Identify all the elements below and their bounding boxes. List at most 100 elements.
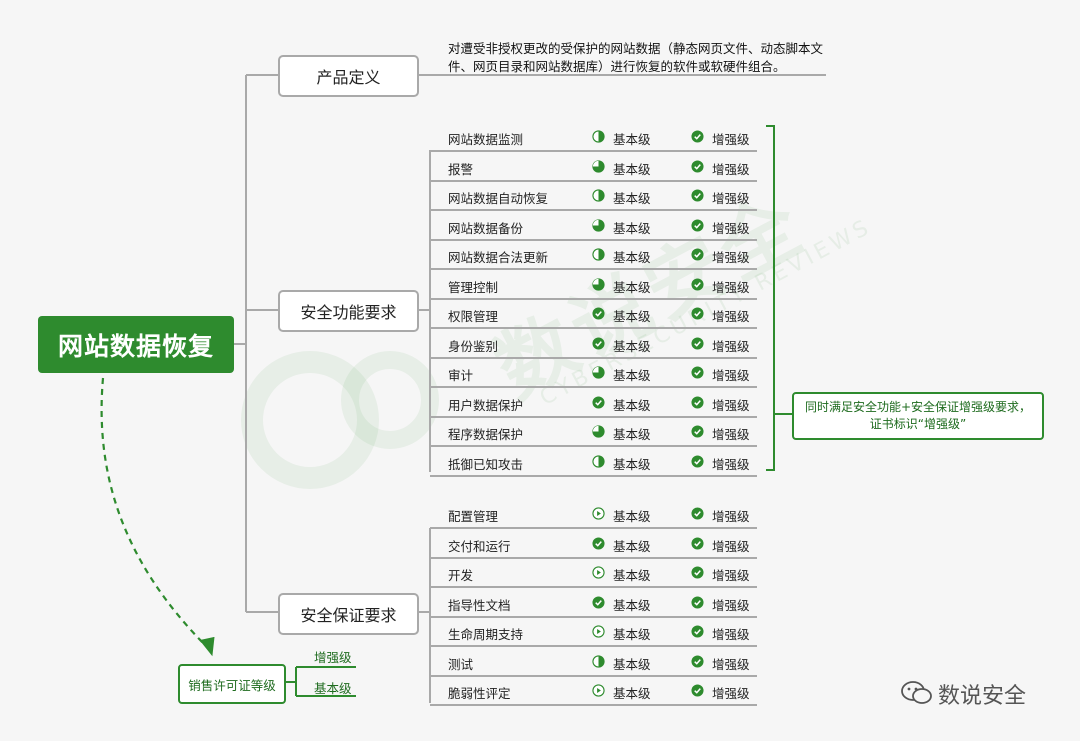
security-function-row: 报警 基本级 增强级: [432, 152, 757, 180]
sales-level-enhanced: 增强级: [314, 650, 352, 665]
row-name: 管理控制: [448, 279, 499, 295]
enhanced-level-label: 增强级: [712, 220, 750, 236]
row-name: 权限管理: [448, 309, 499, 324]
half-circle-icon: [592, 130, 605, 143]
row-name: 测试: [448, 656, 474, 672]
basic-level-label: 基本级: [613, 368, 651, 383]
security-function-row: 网站数据监测 基本级 增强级: [432, 122, 757, 150]
pie-icon: [592, 218, 605, 232]
basic-level-label: 基本级: [613, 279, 651, 295]
enhanced-level-label: 增强级: [712, 427, 750, 442]
basic-level-label: 基本级: [613, 627, 651, 642]
pie-icon: [592, 159, 605, 173]
check-circle-icon: [691, 454, 704, 468]
basic-level-label: 基本级: [613, 338, 651, 354]
check-circle-icon: [691, 130, 704, 143]
check-circle-icon: [691, 507, 704, 520]
row-name: 脆弱性评定: [448, 686, 511, 701]
row-name: 报警: [448, 161, 474, 177]
certification-note: 同时满足安全功能+安全保证增强级要求， 证书标识“增强级”: [792, 392, 1044, 440]
row-name: 网站数据备份: [448, 220, 524, 236]
pie-icon: [592, 425, 605, 438]
enhanced-level-label: 增强级: [712, 538, 750, 554]
assurance-row: 生命周期支持 基本级 增强级: [432, 617, 757, 645]
check-circle-icon: [592, 336, 605, 350]
row-name: 网站数据合法更新: [448, 250, 549, 265]
pie-icon: [592, 366, 605, 379]
enhanced-level-label: 增强级: [712, 132, 750, 147]
check-circle-icon: [691, 248, 704, 261]
security-function-row: 权限管理 基本级 增强级: [432, 299, 757, 327]
check-circle-icon: [691, 159, 704, 173]
play-circle-icon: [592, 507, 605, 520]
row-underline: [430, 704, 757, 706]
enhanced-level-label: 增强级: [712, 456, 750, 472]
basic-level-label: 基本级: [613, 427, 651, 442]
enhanced-level-label: 增强级: [712, 368, 750, 383]
row-underline: [430, 474, 757, 477]
pie-icon: [592, 277, 605, 291]
row-name: 开发: [448, 568, 474, 583]
enhanced-level-label: 增强级: [712, 250, 750, 265]
check-circle-icon: [691, 425, 704, 438]
security-function-row: 审计 基本级 增强级: [432, 358, 757, 386]
half-circle-icon: [592, 654, 605, 668]
enhanced-level-label: 增强级: [712, 309, 750, 324]
branch-security-functions: 安全功能要求: [278, 290, 419, 332]
play-circle-icon: [592, 625, 605, 638]
row-name: 抵御已知攻击: [448, 456, 524, 472]
security-function-row: 网站数据自动恢复 基本级 增强级: [432, 181, 757, 209]
play-circle-icon: [592, 566, 605, 579]
basic-level-label: 基本级: [613, 656, 651, 672]
basic-level-label: 基本级: [613, 191, 651, 206]
security-function-row: 网站数据备份 基本级 增强级: [432, 211, 757, 239]
security-function-row: 程序数据保护 基本级 增强级: [432, 417, 757, 445]
half-circle-icon: [592, 248, 605, 261]
row-name: 配置管理: [448, 509, 499, 524]
wechat-icon: [901, 681, 932, 704]
security-function-row: 管理控制 基本级 增强级: [432, 270, 757, 298]
row-name: 网站数据监测: [448, 132, 524, 147]
check-circle-icon: [691, 595, 704, 609]
check-circle-icon: [592, 307, 605, 320]
check-circle-icon: [592, 536, 605, 550]
enhanced-level-label: 增强级: [712, 627, 750, 642]
basic-level-label: 基本级: [613, 397, 651, 413]
check-circle-icon: [691, 625, 704, 638]
enhanced-level-label: 增强级: [712, 279, 750, 295]
enhanced-level-label: 增强级: [712, 597, 750, 613]
enhanced-level-label: 增强级: [712, 338, 750, 354]
note-line-1: 同时满足安全功能+安全保证增强级要求，: [804, 400, 1032, 414]
enhanced-level-label: 增强级: [712, 656, 750, 672]
row-name: 生命周期支持: [448, 627, 524, 642]
half-circle-icon: [592, 454, 605, 468]
basic-level-label: 基本级: [613, 509, 651, 524]
assurance-row: 脆弱性评定 基本级 增强级: [432, 676, 757, 704]
brand-logo-text: 数说安全: [938, 684, 1027, 709]
enhanced-level-label: 增强级: [712, 161, 750, 177]
branch-assurance-requirements: 安全保证要求: [278, 593, 419, 635]
row-name: 用户数据保护: [448, 397, 524, 413]
check-circle-icon: [691, 189, 704, 202]
row-name: 交付和运行: [448, 538, 511, 554]
row-name: 指导性文档: [448, 597, 511, 613]
note-line-2: 证书标识“增强级”: [869, 417, 967, 431]
check-circle-icon: [691, 684, 704, 697]
basic-level-label: 基本级: [613, 456, 651, 472]
check-circle-icon: [592, 595, 605, 609]
assurance-row: 测试 基本级 增强级: [432, 647, 757, 675]
assurance-row: 开发 基本级 增强级: [432, 558, 757, 586]
row-name: 审计: [448, 368, 474, 383]
enhanced-level-label: 增强级: [712, 191, 750, 206]
assurance-row: 指导性文档 基本级 增强级: [432, 588, 757, 616]
basic-level-label: 基本级: [613, 597, 651, 613]
check-circle-icon: [592, 395, 605, 409]
row-name: 身份鉴别: [448, 338, 499, 354]
row-name: 程序数据保护: [448, 427, 524, 442]
assurance-row: 交付和运行 基本级 增强级: [432, 529, 757, 557]
check-circle-icon: [691, 336, 704, 350]
basic-level-label: 基本级: [613, 309, 651, 324]
basic-level-label: 基本级: [613, 161, 651, 177]
check-circle-icon: [691, 566, 704, 579]
enhanced-level-label: 增强级: [712, 509, 750, 524]
